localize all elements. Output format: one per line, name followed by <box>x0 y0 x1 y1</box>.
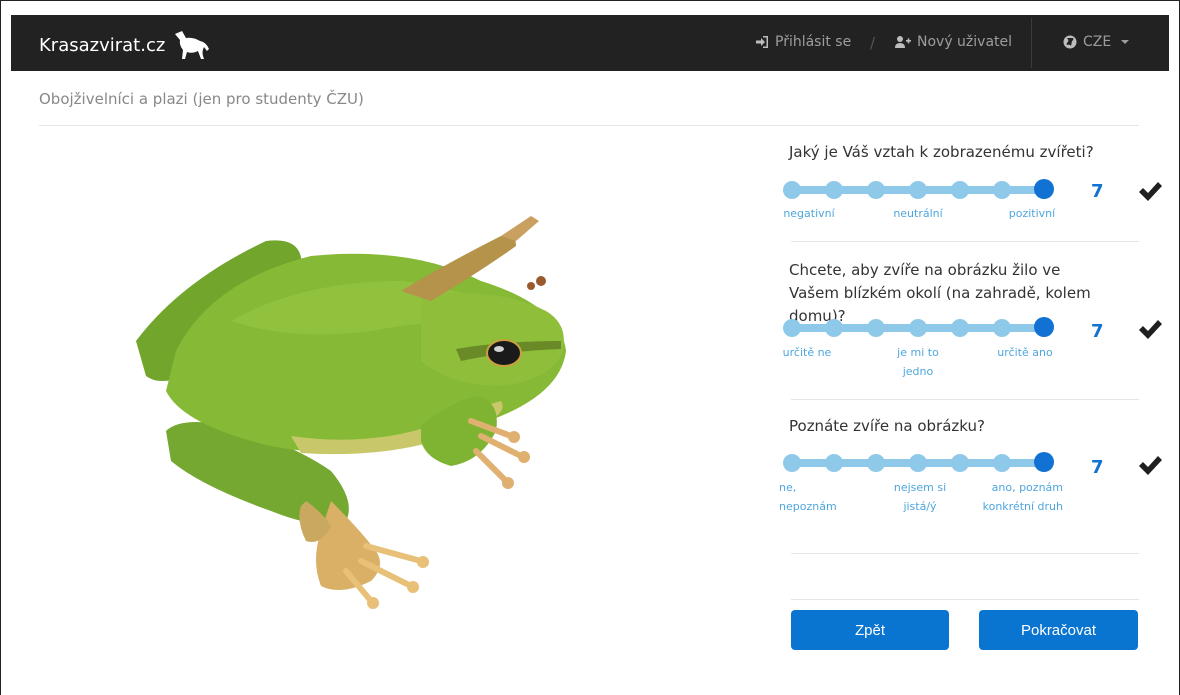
slider-step-3[interactable] <box>867 454 885 472</box>
buttons-divider <box>791 599 1139 600</box>
question-2-label-middle: je mi to jedno <box>897 346 939 378</box>
slider-step-6[interactable] <box>993 454 1011 472</box>
question-3-text: Poznáte zvíře na obrázku? <box>789 417 985 435</box>
slider-step-3[interactable] <box>867 181 885 199</box>
heading-divider <box>39 125 1139 126</box>
question-3-label-right: ano, poznám konkrétní druh <box>982 481 1063 513</box>
question-1-value: 7 <box>1091 181 1104 202</box>
language-dropdown[interactable]: CZE <box>1063 34 1130 50</box>
question-1-label-right: pozitivní <box>1008 207 1056 220</box>
slider-step-1[interactable] <box>783 319 801 337</box>
new-user-link[interactable]: Nový uživatel <box>895 34 1012 50</box>
question-1-text: Jaký je Váš vztah k zobrazenému zvířeti? <box>789 143 1094 161</box>
slider-step-2[interactable] <box>825 454 843 472</box>
question-3-slider[interactable] <box>781 452 1054 474</box>
check-icon <box>1139 456 1162 475</box>
slider-step-4[interactable] <box>909 454 927 472</box>
slider-step-1[interactable] <box>783 454 801 472</box>
sign-in-icon <box>756 36 768 48</box>
question-2-label-right: určitě ano <box>997 346 1053 359</box>
slider-step-7[interactable] <box>1034 452 1054 472</box>
question-1-slider[interactable] <box>781 179 1054 201</box>
slider-step-1[interactable] <box>783 181 801 199</box>
back-button[interactable]: Zpět <box>791 610 949 650</box>
slider-step-4[interactable] <box>909 181 927 199</box>
slider-step-3[interactable] <box>867 319 885 337</box>
frog-image <box>136 216 566 609</box>
slider-step-2[interactable] <box>825 319 843 337</box>
question-2-value: 7 <box>1091 321 1104 342</box>
question-divider-3 <box>791 553 1139 554</box>
check-icon <box>1139 320 1162 339</box>
top-navbar: Krasazvirat.cz Přihlásit se / Nový uživa… <box>11 15 1169 71</box>
question-3-label-middle: nejsem si jistá/ý <box>893 481 947 513</box>
question-divider-1 <box>791 241 1139 242</box>
brand[interactable]: Krasazvirat.cz <box>39 30 211 60</box>
globe-icon <box>1063 35 1077 49</box>
caret-down-icon <box>1121 40 1130 44</box>
question-2-slider[interactable] <box>781 317 1054 339</box>
brand-name[interactable]: Krasazvirat.cz <box>39 35 165 56</box>
slider-step-5[interactable] <box>951 319 969 337</box>
question-1-label-left: negativní <box>783 207 835 220</box>
question-1-label-middle: neutrální <box>893 207 943 220</box>
continue-button[interactable]: Pokračovat <box>979 610 1138 650</box>
question-3-value: 7 <box>1091 457 1104 478</box>
slider-step-4[interactable] <box>909 319 927 337</box>
slider-step-5[interactable] <box>951 454 969 472</box>
slider-step-7[interactable] <box>1034 179 1054 199</box>
page-frame: Krasazvirat.cz Přihlásit se / Nový uživa… <box>0 0 1180 695</box>
nav-separator: / <box>870 34 876 52</box>
question-2: Chcete, aby zvíře na obrázku žilo ve Vaš… <box>781 259 1162 399</box>
slider-step-6[interactable] <box>993 181 1011 199</box>
login-label[interactable]: Přihlásit se <box>775 34 851 50</box>
language-label[interactable]: CZE <box>1083 34 1111 50</box>
page-title: Obojživelníci a plazi (jen pro studenty … <box>39 90 364 108</box>
slider-step-5[interactable] <box>951 181 969 199</box>
add-user-icon <box>895 36 911 48</box>
slider-step-7[interactable] <box>1034 317 1054 337</box>
login-link[interactable]: Přihlásit se <box>755 34 851 50</box>
new-user-label[interactable]: Nový uživatel <box>917 34 1012 50</box>
nav-divider <box>1031 18 1032 68</box>
question-2-label-left: určitě ne <box>782 346 832 359</box>
slider-step-2[interactable] <box>825 181 843 199</box>
fox-logo-icon <box>175 31 210 59</box>
slider-step-6[interactable] <box>993 319 1011 337</box>
question-divider-2 <box>791 399 1139 400</box>
check-icon <box>1139 182 1162 201</box>
question-3: Poznáte zvíře na obrázku? 7 ne, nepoznám… <box>779 415 1162 555</box>
question-1: Jaký je Váš vztah k zobrazenému zvířeti?… <box>781 141 1162 241</box>
question-3-label-left: ne, nepoznám <box>779 481 837 513</box>
